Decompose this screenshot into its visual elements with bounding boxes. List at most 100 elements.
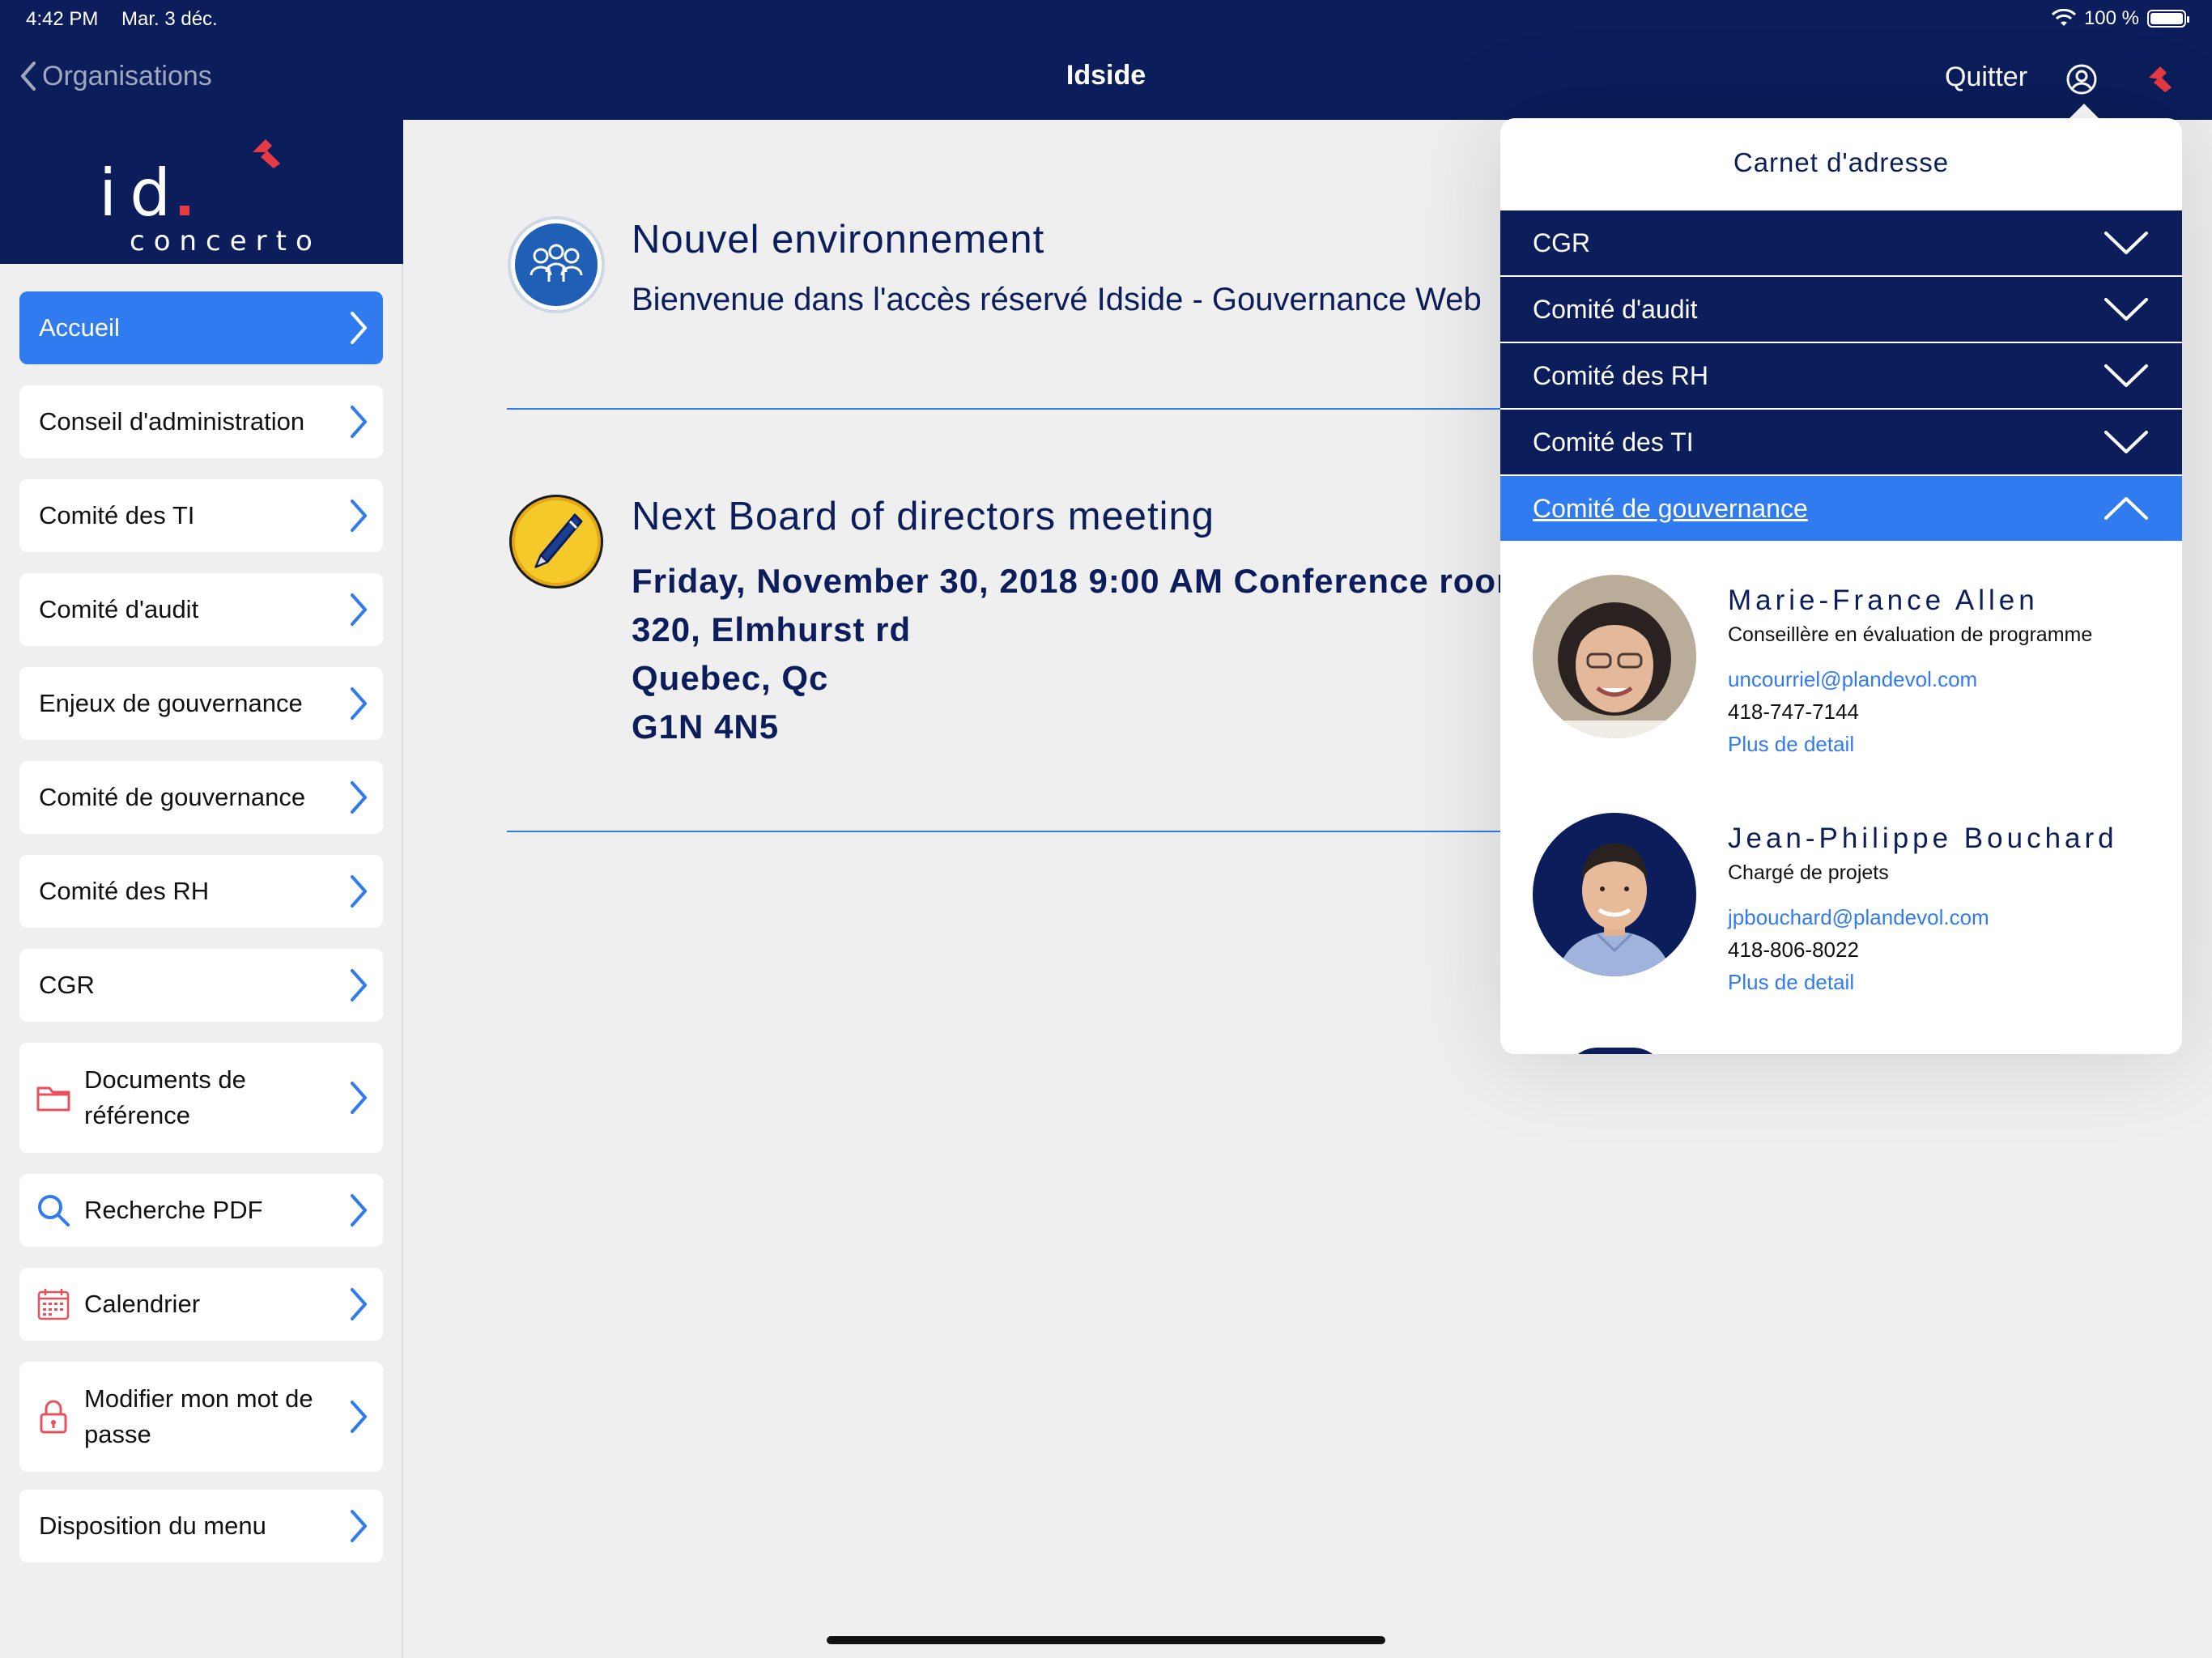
- status-date: Mar. 3 déc.: [121, 8, 218, 30]
- news-title: Next Board of directors meeting: [632, 495, 1215, 538]
- battery-percent: 100 %: [2083, 7, 2139, 29]
- sidebar-item-label: Calendrier: [84, 1290, 201, 1318]
- sidebar-item-comite-rh[interactable]: Comité des RH: [19, 855, 383, 928]
- status-time: 4:42 PM: [26, 8, 99, 30]
- group-cgr[interactable]: CGR: [1500, 210, 2182, 275]
- chevron-right-icon: [351, 969, 367, 1001]
- group-comite-gouvernance[interactable]: Comité de gouvernance: [1500, 476, 2182, 541]
- news-line: Quebec, Qc: [632, 659, 829, 697]
- brand-mark-icon: [253, 139, 280, 168]
- sidebar-item-label: CGR: [39, 971, 95, 999]
- sidebar-item-label: Documents de référence: [84, 1065, 246, 1129]
- sidebar-item-label: Modifier mon mot de passe: [84, 1384, 313, 1448]
- chevron-right-icon: [351, 312, 367, 344]
- sidebar-item-label: Comité des TI: [39, 501, 195, 529]
- pen-icon: [509, 495, 603, 589]
- back-label: Organisations: [42, 60, 212, 91]
- sidebar-item-comite-audit[interactable]: Comité d'audit: [19, 573, 383, 646]
- chevron-right-icon: [351, 500, 367, 532]
- calendar-icon: [37, 1289, 70, 1320]
- contact-role: Conseillère en évaluation de programme: [1728, 623, 2093, 646]
- sidebar-item-documents[interactable]: Documents de référence: [19, 1043, 383, 1153]
- sidebar-item-label: Accueil: [39, 313, 120, 342]
- avatar: [1565, 1048, 1665, 1054]
- sidebar: id concerto Accueil Conseil d'administra…: [0, 120, 403, 1658]
- news-line: Friday, November 30, 2018 9:00 AM Confer…: [632, 562, 1528, 600]
- group-label: CGR: [1533, 227, 1591, 257]
- brand-tagline: concerto: [130, 225, 321, 257]
- sidebar-item-calendrier[interactable]: Calendrier: [19, 1268, 383, 1341]
- status-bar: 4:42 PM Mar. 3 déc. 100 %: [0, 0, 2212, 39]
- folder-icon: [36, 1086, 70, 1112]
- sidebar-item-label: Comité de gouvernance: [39, 783, 306, 811]
- contact-phone: 418-747-7144: [1728, 699, 1859, 724]
- sidebar-item-label: Comité d'audit: [39, 595, 199, 623]
- sidebar-item-recherche-pdf[interactable]: Recherche PDF: [19, 1174, 383, 1247]
- sidebar-item-cgr[interactable]: CGR: [19, 949, 383, 1022]
- contact-name: Marie-France Allen: [1728, 585, 2039, 616]
- chevron-right-icon: [351, 875, 367, 908]
- status-right: 100 %: [2051, 7, 2189, 30]
- news-details: Friday, November 30, 2018 9:00 AM Confer…: [632, 557, 1527, 751]
- lock-icon: [40, 1400, 67, 1434]
- chevron-right-icon: [351, 1510, 367, 1542]
- group-comite-audit[interactable]: Comité d'audit: [1500, 277, 2182, 342]
- battery-icon: [2147, 10, 2189, 28]
- sidebar-item-label: Disposition du menu: [39, 1511, 266, 1540]
- sidebar-item-mot-de-passe[interactable]: Modifier mon mot de passe: [19, 1362, 383, 1472]
- group-comite-ti[interactable]: Comité des TI: [1500, 410, 2182, 474]
- home-indicator[interactable]: [827, 1636, 1385, 1644]
- user-icon[interactable]: [2065, 63, 2098, 96]
- top-bar: 4:42 PM Mar. 3 déc. 100 % Organisations …: [0, 0, 2212, 120]
- chevron-down-icon: [2104, 232, 2148, 254]
- sidebar-item-comite-ti[interactable]: Comité des TI: [19, 479, 383, 552]
- news-title: Nouvel environnement: [632, 218, 1045, 261]
- sidebar-item-conseil[interactable]: Conseil d'administration: [19, 385, 383, 458]
- page-title: Idside: [1066, 60, 1146, 91]
- chevron-right-icon: [351, 1401, 367, 1433]
- chevron-down-icon: [2104, 364, 2148, 387]
- news-subtitle: Bienvenue dans l'accès réservé Idside - …: [632, 282, 1482, 317]
- sidebar-item-comite-gouvernance[interactable]: Comité de gouvernance: [19, 761, 383, 834]
- group-label: Comité de gouvernance: [1533, 493, 1808, 523]
- news-line: 320, Elmhurst rd: [632, 610, 912, 648]
- avatar: [1533, 575, 1696, 738]
- quit-button[interactable]: Quitter: [1945, 62, 2027, 93]
- chevron-left-icon: [21, 62, 36, 91]
- contact-details-link[interactable]: Plus de detail: [1728, 970, 1854, 995]
- chevron-right-icon: [351, 687, 367, 720]
- sidebar-item-label: Comité des RH: [39, 877, 210, 905]
- group-label: Comité des TI: [1533, 427, 1694, 457]
- sidebar-item-enjeux[interactable]: Enjeux de gouvernance: [19, 667, 383, 740]
- chevron-right-icon: [351, 1194, 367, 1226]
- chevron-down-icon: [2104, 431, 2148, 453]
- address-book-popover: Carnet d'adresse CGR Comité d'audit Comi…: [1500, 118, 2182, 1054]
- contact-card: Marie-France Allen Conseillère en évalua…: [1500, 555, 2182, 782]
- chevron-right-icon: [351, 593, 367, 626]
- news-line: G1N 4N5: [632, 708, 780, 746]
- chevron-right-icon: [351, 406, 367, 438]
- chevron-down-icon: [2104, 298, 2148, 321]
- chevron-up-icon: [2104, 497, 2148, 520]
- chevron-right-icon: [351, 1288, 367, 1320]
- sidebar-item-disposition[interactable]: Disposition du menu: [19, 1490, 383, 1562]
- contact-email-link[interactable]: jpbouchard@plandevol.com: [1728, 905, 1989, 930]
- brand-logo-icon[interactable]: [2142, 60, 2178, 96]
- group-icon: [508, 216, 605, 313]
- address-book-title: Carnet d'adresse: [1733, 147, 1950, 177]
- contact-card: Jean-Philippe Bouchard Chargé de projets…: [1500, 795, 2182, 1022]
- wifi-icon: [2051, 9, 2076, 26]
- group-label: Comité des RH: [1533, 360, 1708, 390]
- back-button[interactable]: Organisations: [18, 60, 212, 92]
- chevron-right-icon: [351, 1082, 367, 1114]
- group-comite-rh[interactable]: Comité des RH: [1500, 343, 2182, 408]
- contact-details-link[interactable]: Plus de detail: [1728, 732, 1854, 757]
- sidebar-item-accueil[interactable]: Accueil: [19, 291, 383, 364]
- brand-id-text: id: [99, 155, 185, 231]
- avatar: [1533, 813, 1696, 976]
- brand-dot: [180, 206, 189, 215]
- brand-header: id concerto: [0, 120, 403, 264]
- contact-role: Chargé de projets: [1728, 861, 1889, 884]
- group-label: Comité d'audit: [1533, 294, 1698, 324]
- contact-email-link[interactable]: uncourriel@plandevol.com: [1728, 667, 1977, 692]
